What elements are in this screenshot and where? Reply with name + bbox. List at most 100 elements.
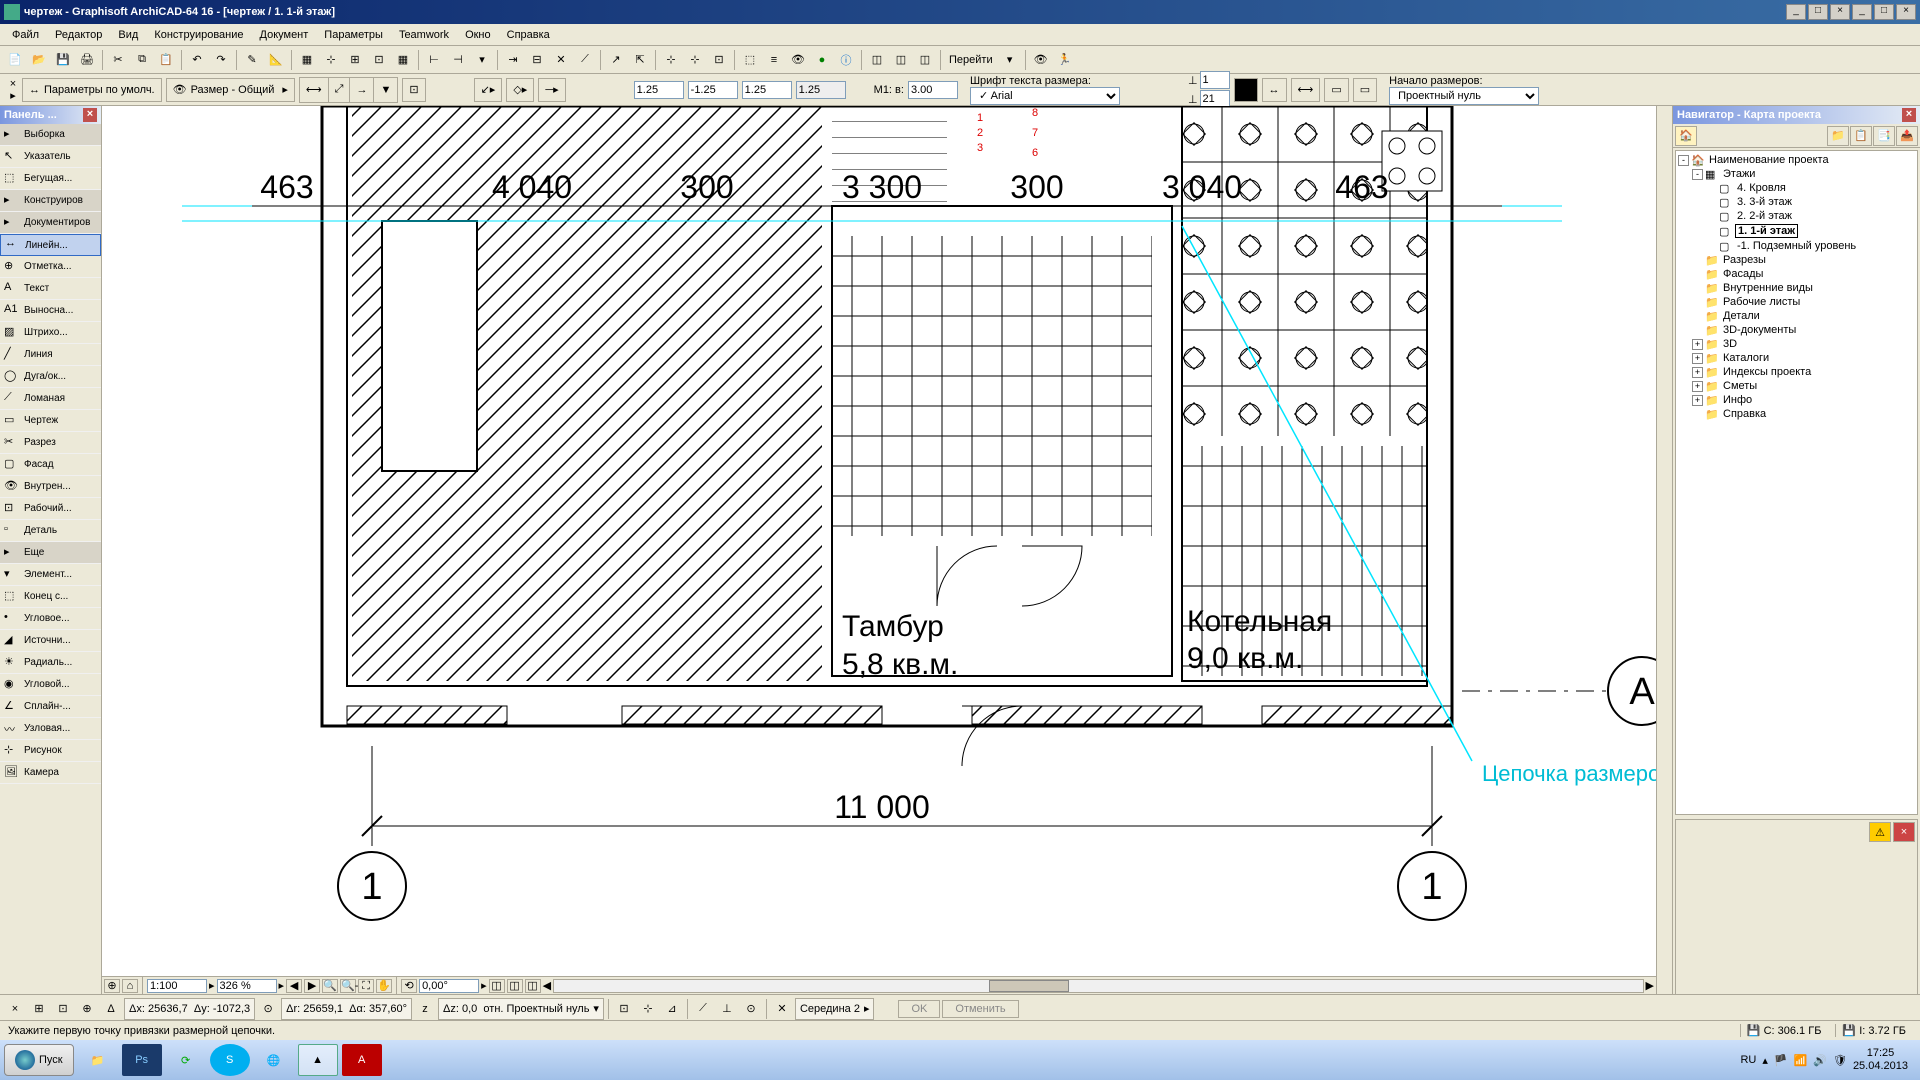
pen-button[interactable] [1234,78,1258,102]
tree-node[interactable]: +📁Сметы [1678,379,1915,393]
toolbox-header[interactable]: ▸Еще [0,542,101,564]
task-archicad[interactable]: ▲ [298,1044,338,1076]
tool-[interactable]: ⟋Ломаная [0,388,101,410]
snap3-button[interactable]: ⊡ [368,49,390,71]
tree-expand-icon[interactable]: - [1678,155,1689,166]
redo-button[interactable]: ↷ [210,49,232,71]
tree-node[interactable]: 📁Детали [1678,309,1915,323]
copy-button[interactable]: ⧉ [131,49,153,71]
m1-input[interactable] [908,81,958,99]
coord-close-icon[interactable]: × [4,998,26,1020]
tree-node[interactable]: +📁Инфо [1678,393,1915,407]
nav-view3-button[interactable]: 📑 [1873,126,1895,146]
tool-[interactable]: ☀Радиаль... [0,652,101,674]
tool-k[interactable]: ⊹ [684,49,706,71]
snap1-button[interactable]: ⊹ [320,49,342,71]
tray-shield-icon[interactable]: 🛡 [1833,1054,1847,1067]
tree-node[interactable]: ▢3. 3-й этаж [1678,195,1915,209]
tool-[interactable]: ▫Деталь [0,520,101,542]
window2-button[interactable]: ◫ [890,49,912,71]
mode3-icon[interactable]: ◫ [525,979,541,993]
snap2-icon[interactable]: ⊹ [637,998,659,1020]
task-utorrent[interactable]: ⟳ [166,1044,206,1076]
select-button[interactable]: ▦ [296,49,318,71]
cut-button[interactable]: ✂ [107,49,129,71]
tool-[interactable]: ⊕Отметка... [0,256,101,278]
tool-[interactable]: ╱Линия [0,344,101,366]
toolbox-header[interactable]: ▸Выборка [0,124,101,146]
marker3-button[interactable]: ─▸ [538,78,565,102]
tool-[interactable]: ▨Штрихо... [0,322,101,344]
tree-node[interactable]: 📁Фасады [1678,267,1915,281]
tool-d[interactable]: ⇥ [502,49,524,71]
run-button[interactable]: 🏃 [1054,49,1076,71]
eye-button[interactable]: 👁 [1030,49,1052,71]
doc-close-button[interactable]: × [1896,4,1916,20]
defaults-button[interactable]: ↔ Параметры по умолч. [22,78,162,102]
3d-button[interactable]: ⬚ [739,49,761,71]
tree-node[interactable]: 📁Справка [1678,407,1915,421]
task-chrome[interactable]: 🌐 [254,1044,294,1076]
print-button[interactable]: 🖨 [76,49,98,71]
tool-[interactable]: ⬚Бегущая... [0,168,101,190]
tool-[interactable]: ⊹Рисунок [0,740,101,762]
menu-teamwork[interactable]: Teamwork [391,27,457,43]
zoom-out-icon[interactable]: 🔍- [340,979,356,993]
nav-view2-button[interactable]: 📋 [1850,126,1872,146]
snap7-icon[interactable]: ✕ [771,998,793,1020]
menu-справка[interactable]: Справка [499,27,558,43]
dim1-input[interactable] [634,81,684,99]
start-button[interactable]: Пуск [4,1044,74,1076]
font-select[interactable]: ✓ Arial [970,87,1120,105]
tree-expand-icon[interactable]: + [1692,367,1703,378]
tree-node[interactable]: 📁3D-документы [1678,323,1915,337]
dimtype-1[interactable]: ⟷ [300,78,329,102]
view-button[interactable]: 👁 [787,49,809,71]
layer-button[interactable]: ≡ [763,49,785,71]
tool-e[interactable]: ⊟ [526,49,548,71]
drawing-canvas[interactable]: 123 876 4634 0403003 3003003 040463 11 0… [102,106,1672,1065]
tool-[interactable]: ⊡Рабочий... [0,498,101,520]
paste-button[interactable]: 📋 [155,49,177,71]
arrow2-button[interactable]: ⟷ [1291,78,1321,102]
grid-button[interactable]: ▦ [392,49,414,71]
tool-[interactable]: ▢Фасад [0,454,101,476]
close-button[interactable]: × [1830,4,1850,20]
maximize-button[interactable]: □ [1808,4,1828,20]
task-adobe[interactable]: A [342,1044,382,1076]
nav-view4-button[interactable]: 📤 [1896,126,1918,146]
dim2-input[interactable] [688,81,738,99]
layer-button[interactable]: 👁 Размер - Общий ▸ [166,78,295,102]
navigator-tree[interactable]: -🏠Наименование проекта-▦Этажи▢4. Кровля▢… [1675,150,1918,815]
snap5-icon[interactable]: ⊥ [716,998,738,1020]
menu-файл[interactable]: Файл [4,27,47,43]
tool-[interactable]: ✂Разрез [0,432,101,454]
tool-[interactable]: ⬚Конец с... [0,586,101,608]
help-button[interactable]: ⓘ [835,49,857,71]
wit1-input[interactable] [1200,71,1230,89]
mode2-icon[interactable]: ◫ [507,979,523,993]
assoc-button[interactable]: ⊡ [402,78,425,102]
tree-expand-icon[interactable]: + [1692,353,1703,364]
tree-node[interactable]: 📁Внутренние виды [1678,281,1915,295]
tool-h[interactable]: ↗ [605,49,627,71]
tree-node[interactable]: ▢4. Кровля [1678,181,1915,195]
tool-b[interactable]: ⊣ [447,49,469,71]
tray-net-icon[interactable]: 📶 [1794,1054,1808,1067]
nav-map-button[interactable]: 🏠 [1675,126,1697,146]
tool-[interactable]: ∠Сплайн-... [0,696,101,718]
goto-dropdown[interactable]: ▾ [999,49,1021,71]
coord-polar-icon[interactable]: ⊙ [257,998,279,1020]
tree-node[interactable]: 📁Рабочие листы [1678,295,1915,309]
tree-node[interactable]: ▢1. 1-й этаж [1678,223,1915,239]
tree-node[interactable]: ▢2. 2-й этаж [1678,209,1915,223]
menu-документ[interactable]: Документ [252,27,317,43]
coord-z-icon[interactable]: z [414,998,436,1020]
tree-node[interactable]: +📁3D [1678,337,1915,351]
snap6-icon[interactable]: ⊙ [740,998,762,1020]
tree-expand-icon[interactable]: + [1692,339,1703,350]
dim4-input[interactable] [796,81,846,99]
tool-[interactable]: ◉Угловой... [0,674,101,696]
menu-редактор[interactable]: Редактор [47,27,110,43]
tree-expand-icon[interactable]: + [1692,381,1703,392]
